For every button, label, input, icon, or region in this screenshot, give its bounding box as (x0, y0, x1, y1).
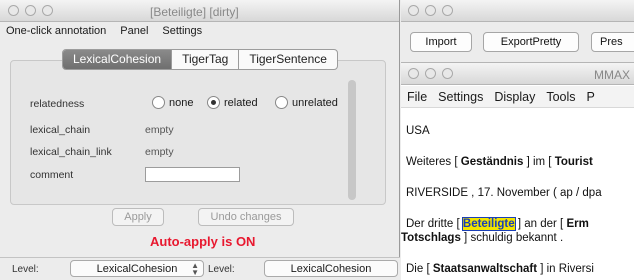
annotation-window: [Beteiligte] [dirty] One-click annotatio… (0, 0, 400, 280)
markable-beteiligte-selected[interactable]: Beteiligte (461, 217, 516, 231)
lexical-chain-link-value: empty (145, 146, 174, 158)
minimize-icon[interactable] (25, 5, 36, 16)
radio-unrelated-button[interactable] (275, 96, 288, 109)
doc-line[interactable]: Weiteres [ Geständnis ] im [ Tourist (406, 156, 593, 168)
comment-label: comment (30, 169, 74, 181)
tab-lexical-cohesion[interactable]: LexicalCohesion (63, 50, 172, 69)
zoom-icon[interactable] (442, 5, 453, 16)
level-label-2: Level: (208, 264, 235, 275)
lexical-chain-value: empty (145, 124, 174, 136)
window-controls[interactable] (8, 5, 53, 16)
menu-display[interactable]: Display (494, 90, 535, 104)
menu-tools[interactable]: Tools (546, 90, 575, 104)
doc-line[interactable]: Der dritte [ Beteiligte ] an der [ Erm (406, 217, 589, 231)
document-title-bar: MMAX (401, 63, 634, 85)
radio-related[interactable]: related (207, 96, 258, 109)
doc-text: Weiteres [ (406, 156, 461, 168)
menu-bar: One-click annotation Panel Settings (0, 22, 399, 40)
minimize-icon[interactable] (425, 5, 436, 16)
menu-panel[interactable]: Panel (120, 25, 148, 37)
doc-line[interactable]: Totschlags ] schuldig bekannt . (401, 232, 563, 244)
radio-none-label: none (169, 96, 194, 109)
document-window: MMAX File Settings Display Tools P USA W… (401, 62, 634, 280)
lexical-chain-label: lexical_chain (30, 124, 91, 136)
import-button[interactable]: Import (410, 32, 472, 52)
doc-line[interactable]: RIVERSIDE , 17. November ( ap / dpa (406, 187, 602, 199)
document-window-controls[interactable] (408, 68, 453, 79)
menu-settings[interactable]: Settings (438, 90, 483, 104)
radio-related-button[interactable] (207, 96, 220, 109)
level-bar: Level: LexicalCohesion ▲ ▼ Level: Lexical… (0, 257, 400, 280)
doc-text: ] im [ (523, 156, 555, 168)
markable-staatsanwaltschaft[interactable]: Staatsanwaltschaft (433, 263, 537, 275)
minimize-icon[interactable] (425, 68, 436, 79)
lexical-chain-link-label: lexical_chain_link (30, 146, 112, 158)
zoom-icon[interactable] (442, 68, 453, 79)
toolbar-window: Import ExportPretty Pres (401, 0, 634, 62)
export-pretty-button[interactable]: ExportPretty (483, 32, 579, 52)
doc-line[interactable]: Die [ Staatsanwaltschaft ] in Riversi (406, 263, 594, 275)
doc-text: ] in Riversi (537, 263, 594, 275)
close-icon[interactable] (408, 68, 419, 79)
markable-gestaendnis[interactable]: Geständnis (461, 156, 524, 168)
menu-settings[interactable]: Settings (162, 25, 202, 37)
toolbar-window-controls[interactable] (408, 5, 453, 16)
markable-tourist[interactable]: Tourist (555, 156, 593, 168)
radio-related-label: related (224, 96, 258, 109)
doc-text: ] an der [ (514, 218, 567, 230)
level-tabs: LexicalCohesion TigerTag TigerSentence (62, 49, 338, 70)
window-title: [Beteiligte] [dirty] (150, 5, 239, 19)
doc-text: ] schuldig bekannt . (460, 232, 564, 244)
radio-none-button[interactable] (152, 96, 165, 109)
markable-totschlags[interactable]: Totschlags (401, 232, 461, 244)
doc-line[interactable]: USA (406, 125, 430, 137)
level-label: Level: (12, 264, 39, 275)
level-select[interactable]: LexicalCohesion ▲ ▼ (70, 260, 204, 277)
level-select-value: LexicalCohesion (96, 262, 178, 275)
radio-unrelated-label: unrelated (292, 96, 338, 109)
chevron-updown-icon: ▲ ▼ (191, 261, 199, 277)
document-title: MMAX (594, 68, 630, 82)
radio-none[interactable]: none (152, 96, 193, 109)
radio-unrelated[interactable]: unrelated (275, 96, 338, 109)
auto-apply-status: Auto-apply is ON (150, 234, 256, 249)
doc-text: Die [ (406, 263, 433, 275)
tab-tiger-tag[interactable]: TigerTag (171, 50, 238, 69)
apply-button[interactable]: Apply (112, 208, 164, 226)
panel-scrollbar[interactable] (348, 80, 356, 200)
menu-one-click-annotation[interactable]: One-click annotation (6, 25, 106, 37)
close-icon[interactable] (8, 5, 19, 16)
title-bar: [Beteiligte] [dirty] (0, 0, 399, 22)
zoom-icon[interactable] (42, 5, 53, 16)
doc-text: Der dritte [ (406, 218, 463, 230)
comment-field[interactable] (145, 167, 240, 182)
close-icon[interactable] (408, 5, 419, 16)
undo-changes-button[interactable]: Undo changes (198, 208, 294, 226)
relatedness-label: relatedness (30, 98, 85, 110)
menu-more[interactable]: P (587, 90, 595, 104)
level-select-2[interactable]: LexicalCohesion (264, 260, 398, 277)
tab-tiger-sentence[interactable]: TigerSentence (238, 50, 337, 69)
menu-file[interactable]: File (407, 90, 427, 104)
pres-button[interactable]: Pres (591, 32, 634, 52)
toolbar-title-bar (401, 0, 634, 22)
markable-erm[interactable]: Erm (566, 218, 588, 230)
document-menu-bar: File Settings Display Tools P (401, 86, 634, 108)
level-select-2-value: LexicalCohesion (290, 262, 372, 275)
